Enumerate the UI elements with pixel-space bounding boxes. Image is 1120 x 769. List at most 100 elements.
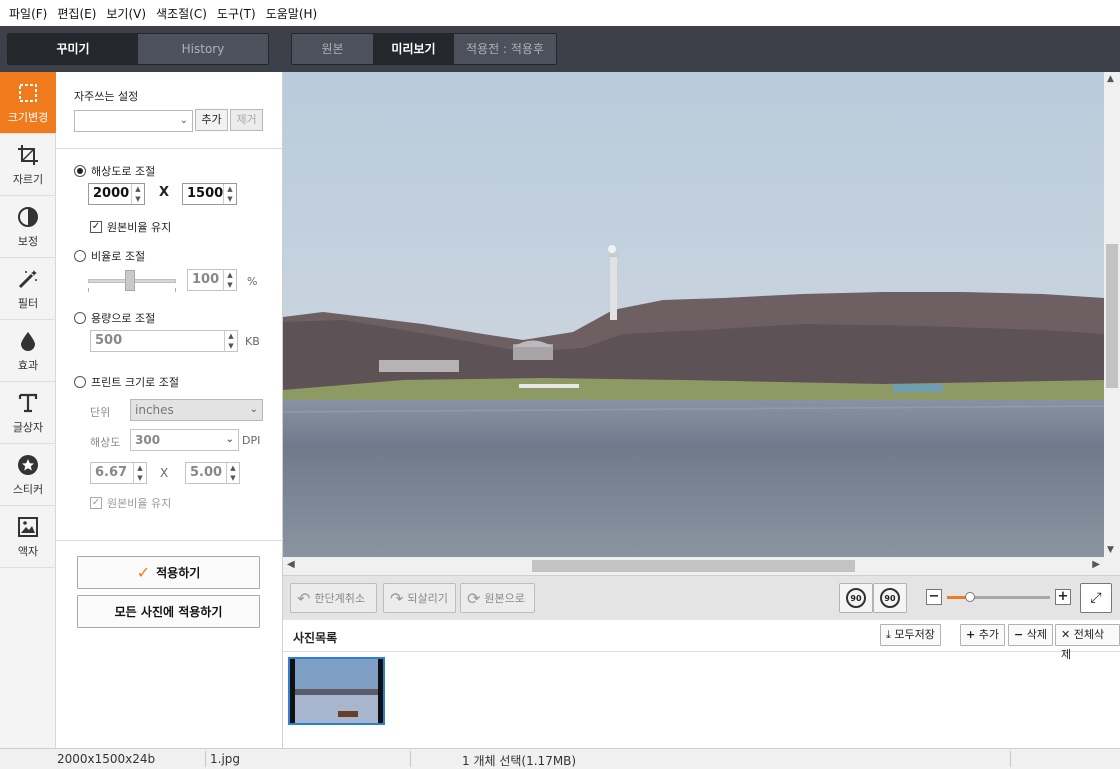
- frame-icon: [16, 515, 40, 539]
- keep-ratio-option[interactable]: ✓ 원본비율 유지: [90, 219, 171, 235]
- fit-screen-button[interactable]: ⤢: [1080, 583, 1112, 613]
- menu-tools[interactable]: 도구(T): [212, 5, 261, 22]
- dpi-select[interactable]: 300 ⌄: [130, 429, 239, 451]
- horizontal-scrollbar[interactable]: ◀ ▶: [283, 557, 1120, 575]
- rotate-left-button[interactable]: 90: [839, 583, 873, 613]
- minus-icon: −: [1014, 628, 1024, 641]
- print-height-stepper[interactable]: 5.00 ▲ ▼: [185, 462, 240, 484]
- apply-all-button[interactable]: 모든 사진에 적용하기: [77, 595, 260, 628]
- zoom-out-button[interactable]: −: [926, 589, 942, 605]
- tool-crop[interactable]: 자르기: [0, 134, 56, 196]
- save-all-label: 모두저장: [894, 628, 935, 641]
- menu-help[interactable]: 도움말(H): [261, 5, 323, 22]
- horizontal-scroll-thumb[interactable]: [532, 560, 855, 572]
- image-viewer[interactable]: ▲ ▼ ◀ ▶: [283, 72, 1120, 575]
- undo-button[interactable]: ↶ 한단계취소: [290, 583, 377, 613]
- status-dimensions: 2000x1500x24b: [57, 752, 156, 766]
- redo-arrow-icon: ↷: [390, 588, 404, 608]
- vertical-scroll-thumb[interactable]: [1106, 244, 1118, 388]
- photo-preview[interactable]: [283, 72, 1104, 557]
- drop-icon: [16, 329, 40, 353]
- tab-original[interactable]: 원본: [292, 34, 373, 64]
- print-option[interactable]: 프린트 크기로 조절: [74, 374, 179, 390]
- print-keep-ratio-option[interactable]: ✓ 원본비율 유지: [90, 495, 171, 511]
- tool-textbox[interactable]: 글상자: [0, 382, 56, 444]
- resolution-option[interactable]: 해상도로 조절: [74, 163, 155, 179]
- delete-all-button[interactable]: ✕ 전체삭제: [1055, 624, 1120, 661]
- redo-button[interactable]: ↷ 되살리기: [383, 583, 456, 613]
- photo-thumbnail[interactable]: [288, 657, 385, 725]
- tab-decorate[interactable]: 꾸미기: [8, 34, 138, 64]
- add-photo-button[interactable]: + 추가: [960, 624, 1005, 646]
- tool-effect-label: 효과: [17, 358, 39, 372]
- favorites-add-button[interactable]: 추가: [195, 109, 228, 131]
- photo-list-header: 사진목록 ⤓ 모두저장 + 추가 − 삭제 ✕ 전체삭제: [283, 620, 1120, 661]
- tab-before-after[interactable]: 적용전 : 적용후: [454, 34, 556, 64]
- menu-file[interactable]: 파일(F): [4, 5, 52, 22]
- size-value: 500: [95, 333, 123, 348]
- save-all-button[interactable]: ⤓ 모두저장: [880, 624, 941, 646]
- ratio-slider-thumb[interactable]: [125, 270, 135, 291]
- tool-adjust[interactable]: 보정: [0, 196, 56, 258]
- tab-preview[interactable]: 미리보기: [373, 34, 454, 64]
- zoom-in-button[interactable]: +: [1055, 589, 1071, 605]
- apply-all-label: 모든 사진에 적용하기: [114, 605, 223, 619]
- unit-select[interactable]: inches ⌄: [130, 399, 263, 421]
- tool-frame[interactable]: 액자: [0, 506, 56, 568]
- print-radio[interactable]: [74, 376, 86, 388]
- revert-button[interactable]: ⟳ 원본으로: [460, 583, 535, 613]
- vertical-scrollbar[interactable]: ▲ ▼: [1104, 72, 1120, 557]
- ratio-spin-arrows[interactable]: ▲ ▼: [223, 270, 236, 290]
- tool-frame-label: 액자: [17, 544, 39, 558]
- delete-photo-button[interactable]: − 삭제: [1008, 624, 1053, 646]
- rotate-right-button[interactable]: 90: [873, 583, 907, 613]
- size-option[interactable]: 용량으로 조절: [74, 310, 155, 326]
- size-label: 용량으로 조절: [91, 312, 156, 325]
- menu-view[interactable]: 보기(V): [101, 5, 151, 22]
- scroll-right-icon[interactable]: ▶: [1092, 559, 1100, 570]
- apply-button[interactable]: ✓ 적용하기: [77, 556, 260, 589]
- print-keep-ratio-checkbox[interactable]: ✓: [90, 497, 102, 509]
- tool-sticker[interactable]: 스티커: [0, 444, 56, 506]
- photo-list-title: 사진목록: [293, 631, 338, 645]
- width-stepper[interactable]: 2000 ▲ ▼: [88, 183, 145, 205]
- chevron-down-icon: ⌄: [225, 434, 234, 445]
- scroll-down-icon[interactable]: ▼: [1107, 545, 1114, 555]
- divider: [410, 751, 411, 767]
- delete-photo-label: 삭제: [1026, 628, 1047, 641]
- ratio-option[interactable]: 비율로 조절: [74, 248, 145, 264]
- tool-resize[interactable]: 크기변경: [0, 72, 56, 134]
- menu-color[interactable]: 색조절(C): [151, 5, 212, 22]
- favorites-select[interactable]: ⌄: [74, 110, 193, 132]
- scroll-up-icon[interactable]: ▲: [1107, 74, 1114, 84]
- menu-edit[interactable]: 편집(E): [52, 5, 101, 22]
- height-spin-arrows[interactable]: ▲ ▼: [223, 184, 236, 204]
- width-value: 2000: [93, 186, 130, 201]
- ratio-radio[interactable]: [74, 250, 86, 262]
- keep-ratio-checkbox[interactable]: ✓: [90, 221, 102, 233]
- tool-adjust-label: 보정: [17, 234, 39, 248]
- favorites-title: 자주쓰는 설정: [74, 90, 139, 103]
- size-spin-arrows[interactable]: ▲ ▼: [224, 331, 237, 351]
- size-stepper[interactable]: 500 ▲ ▼: [90, 330, 238, 352]
- width-spin-arrows[interactable]: ▲ ▼: [131, 184, 144, 204]
- size-radio[interactable]: [74, 312, 86, 324]
- zoom-slider-thumb[interactable]: [965, 592, 975, 602]
- tool-effect[interactable]: 효과: [0, 320, 56, 382]
- unit-select-value: inches: [135, 403, 174, 417]
- ratio-value: 100: [192, 272, 220, 287]
- add-photo-label: 추가: [978, 628, 999, 641]
- tool-filter[interactable]: 필터: [0, 258, 56, 320]
- resolution-radio[interactable]: [74, 165, 86, 177]
- tab-history[interactable]: History: [138, 34, 268, 64]
- print-width-spin-arrows[interactable]: ▲ ▼: [133, 463, 146, 483]
- status-bar: 2000x1500x24b 1.jpg 1 개체 선택(1.17MB): [0, 748, 1120, 769]
- photo-list: 사진목록 ⤓ 모두저장 + 추가 − 삭제 ✕ 전체삭제: [283, 620, 1120, 748]
- favorites-remove-button[interactable]: 제거: [230, 109, 263, 131]
- scroll-left-icon[interactable]: ◀: [287, 559, 295, 570]
- ratio-stepper[interactable]: 100 ▲ ▼: [187, 269, 237, 291]
- print-height-spin-arrows[interactable]: ▲ ▼: [226, 463, 239, 483]
- print-width-stepper[interactable]: 6.67 ▲ ▼: [90, 462, 147, 484]
- height-stepper[interactable]: 1500 ▲ ▼: [182, 183, 237, 205]
- chevron-down-icon: ⌄: [249, 404, 258, 415]
